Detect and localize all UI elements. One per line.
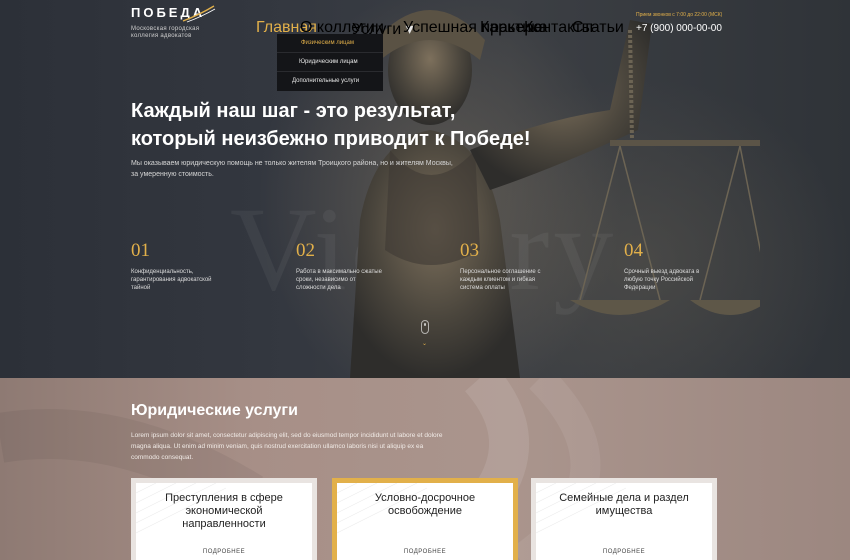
logo-subtitle: Московская городская коллегия адвокатов	[131, 26, 205, 40]
dropdown-item-individuals[interactable]: Физическим лицам	[277, 34, 383, 53]
services-dropdown-menu: Физическим лицам Юридическим лицам Допол…	[277, 34, 383, 91]
service-card-title: Семейные дела и раздел имущества	[559, 492, 689, 517]
hero-subtitle-line: за умеренную стоимость.	[131, 171, 214, 178]
service-card[interactable]: Семейные дела и раздел имущества ПОДРОБН…	[531, 478, 717, 560]
feature-text-line: система оплаты	[460, 285, 505, 291]
logo-subtitle-line: коллегия адвокатов	[131, 33, 192, 39]
service-card-more-link[interactable]: ПОДРОБНЕЕ	[536, 549, 712, 555]
service-card-title: Преступления в сфере экономической напра…	[165, 492, 283, 530]
hero-section: Victory ПОБЕДА	[0, 0, 850, 378]
nav-item-articles[interactable]: Статьи	[572, 19, 624, 37]
hero-subtitle-line: Мы оказываем юридическую помощь не тольк…	[131, 160, 453, 167]
service-card[interactable]: Условно-досрочное освобождение ПОДРОБНЕЕ	[332, 478, 518, 560]
feature-text: Конфиденциальность, гарантирования адвок…	[131, 268, 241, 292]
services-description-line: magna aliqua. Ut enim ad minim veniam, q…	[131, 443, 424, 450]
feature-text-line: любую точку Российской	[624, 277, 694, 283]
phone-number[interactable]: +7 (900) 000-00-00	[636, 23, 722, 34]
logo-subtitle-line: Московская городская	[131, 26, 200, 32]
feature-text-line: сроки, независимо от	[296, 277, 356, 283]
service-card-more-link[interactable]: ПОДРОБНЕЕ	[136, 549, 312, 555]
feature-text: Срочный выезд адвоката в любую точку Рос…	[624, 268, 734, 292]
phone-hours-note: Прием звонков с 7:00 до 22:00 (МСК)	[636, 12, 723, 18]
feature-number: 03	[460, 240, 479, 261]
feature-number: 02	[296, 240, 315, 261]
feature-number: 04	[624, 240, 643, 261]
feature-text-line: Срочный выезд адвоката в	[624, 269, 700, 275]
logo-swoosh-icon	[182, 5, 216, 23]
dropdown-item-legal-entities[interactable]: Юридическим лицам	[277, 53, 383, 72]
feature-text-line: Федерации	[624, 285, 656, 291]
feature-text-line: каждым клиентом и гибкая	[460, 277, 536, 283]
feature-text-line: Работа в максимально сжатые	[296, 269, 382, 275]
hero-title-line: Каждый наш шаг - это результат,	[131, 100, 456, 122]
feature-item: 03 Персональное соглашение с каждым клие…	[460, 240, 570, 292]
services-description-line: commodo consequat.	[131, 454, 194, 461]
feature-item: 01 Конфиденциальность, гарантирования ад…	[131, 240, 241, 292]
feature-text-line: Конфиденциальность,	[131, 269, 194, 275]
feature-item: 04 Срочный выезд адвоката в любую точку …	[624, 240, 734, 292]
feature-text: Персональное соглашение с каждым клиенто…	[460, 268, 570, 292]
scroll-down-arrow-icon[interactable]: ⌄	[422, 340, 427, 347]
feature-text-line: тайной	[131, 285, 151, 291]
services-description-line: Lorem ipsum dolor sit amet, consectetur …	[131, 432, 443, 439]
logo[interactable]: ПОБЕДА Московская городская коллегия адв…	[131, 5, 216, 40]
feature-text-line: Персональное соглашение с	[460, 269, 541, 275]
scroll-mouse-wheel	[424, 323, 426, 326]
feature-item: 02 Работа в максимально сжатые сроки, не…	[296, 240, 406, 292]
services-description: Lorem ipsum dolor sit amet, consectetur …	[131, 430, 501, 463]
services-section: Юридические услуги Lorem ipsum dolor sit…	[0, 378, 850, 560]
hero-title-line: который неизбежно приводит к Победе!	[131, 128, 531, 150]
feature-number: 01	[131, 240, 150, 261]
dropdown-item-additional[interactable]: Дополнительные услуги	[277, 72, 383, 91]
feature-text: Работа в максимально сжатые сроки, незав…	[296, 268, 406, 292]
service-card-title: Условно-досрочное освобождение	[374, 492, 476, 517]
feature-text-line: гарантирования адвокатской	[131, 277, 212, 283]
hero-subtitle: Мы оказываем юридическую помощь не тольк…	[131, 158, 491, 180]
services-title: Юридические услуги	[131, 402, 298, 419]
service-card[interactable]: Преступления в сфере экономической напра…	[131, 478, 317, 560]
hero-title: Каждый наш шаг - это результат, который …	[131, 97, 591, 153]
service-card-more-link[interactable]: ПОДРОБНЕЕ	[337, 549, 513, 555]
feature-text-line: сложности дела	[296, 285, 341, 291]
